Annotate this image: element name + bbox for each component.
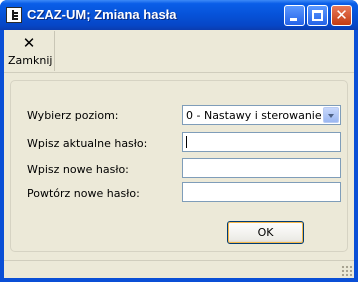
client-area: ✕ Zamknij Wybierz poziom: 0 - Nastawy i … — [4, 30, 354, 278]
close-x-icon: ✕ — [22, 34, 36, 52]
chevron-down-icon[interactable] — [323, 107, 339, 123]
new-password-label: Wpisz nowe hasło: — [27, 163, 129, 176]
text-caret — [186, 136, 187, 148]
ok-button[interactable]: OK — [227, 221, 304, 244]
level-label: Wybierz poziom: — [27, 109, 119, 122]
current-password-label: Wpisz aktualne hasło: — [27, 137, 148, 150]
repeat-password-label: Powtórz nowe hasło: — [27, 187, 140, 200]
maximize-icon — [312, 10, 323, 21]
level-select[interactable]: 0 - Nastawy i sterowanie — [182, 105, 341, 125]
resize-grip-icon[interactable] — [341, 265, 352, 276]
password-form-panel: Wybierz poziom: 0 - Nastawy i sterowanie… — [10, 80, 348, 252]
minimize-icon — [290, 18, 297, 21]
dialog-window: CZAZ-UM; Zmiana hasła ✕ ✕ Zamknij Wybier… — [0, 0, 358, 282]
minimize-button[interactable] — [284, 5, 305, 26]
repeat-password-field[interactable] — [182, 182, 341, 202]
new-password-field[interactable] — [182, 158, 341, 178]
close-toolbar-button[interactable]: ✕ Zamknij — [5, 31, 55, 71]
app-document-icon — [6, 7, 22, 23]
toolbar: ✕ Zamknij — [4, 30, 354, 73]
title-bar[interactable]: CZAZ-UM; Zmiana hasła ✕ — [0, 0, 358, 30]
current-password-field[interactable] — [182, 132, 341, 152]
close-icon: ✕ — [335, 6, 348, 24]
maximize-button[interactable] — [307, 5, 328, 26]
window-title: CZAZ-UM; Zmiana hasła — [27, 7, 177, 22]
close-toolbar-label: Zamknij — [8, 54, 53, 67]
level-select-value: 0 - Nastawy i sterowanie — [186, 109, 322, 122]
status-bar — [4, 260, 354, 278]
title-close-button[interactable]: ✕ — [331, 5, 352, 26]
